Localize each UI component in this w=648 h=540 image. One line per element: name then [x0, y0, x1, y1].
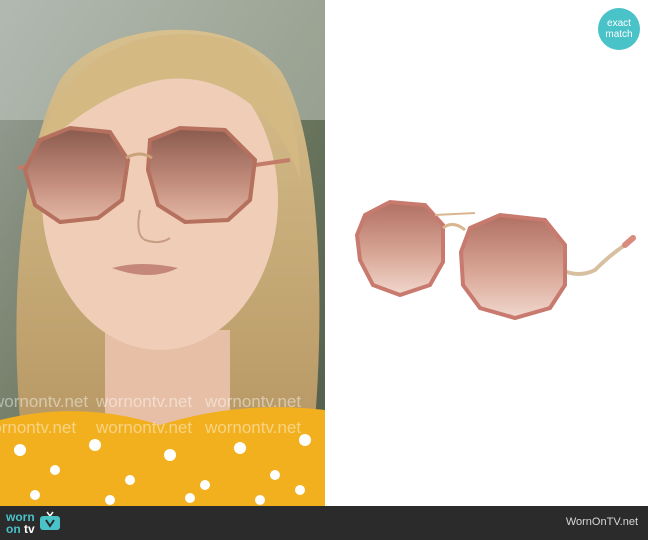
watermark-text: wornontv.net [96, 418, 193, 437]
badge-line-2: match [605, 29, 633, 40]
badge-line-1: exact [607, 18, 631, 29]
watermark-text: wornontv.net [0, 418, 77, 437]
tv-icon [39, 511, 61, 536]
product-image [325, 0, 648, 506]
watermark-text: wornontv.net [96, 392, 193, 411]
site-logo[interactable]: worn on tv [6, 510, 61, 536]
logo-on: on [6, 522, 21, 536]
site-name: WornOnTV.net [565, 516, 638, 528]
actress-photo: wornontv.net wornontv.net wornontv.net w… [0, 0, 325, 506]
watermark-text: wornontv.net [0, 392, 89, 411]
sunglasses-illustration [354, 199, 636, 321]
logo-tv: tv [24, 522, 35, 536]
exact-match-badge: exact match [598, 8, 640, 50]
logo-wordmark: worn on tv [6, 511, 35, 535]
watermark-text: wornontv.net [205, 418, 302, 437]
watermark-text: wornontv.net [205, 392, 302, 411]
footer-bar: worn on tv WornOnTV.net [0, 506, 648, 540]
